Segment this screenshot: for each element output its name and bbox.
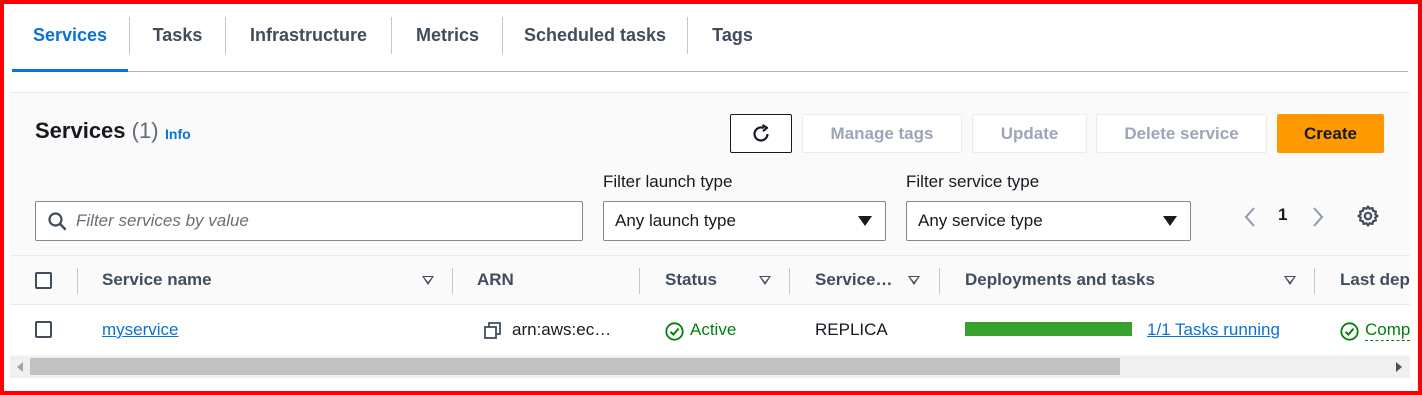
- chevron-right-icon[interactable]: [1310, 205, 1326, 229]
- caret-down-icon: [858, 216, 872, 226]
- filter-service-type-label: Filter service type: [906, 172, 1040, 191]
- tab-infrastructure[interactable]: Infrastructure: [226, 0, 391, 71]
- tab-bar: Services Tasks Infrastructure Metrics Sc…: [12, 0, 1408, 72]
- column-divider[interactable]: [639, 268, 640, 294]
- search-input[interactable]: Filter services by value: [35, 201, 583, 241]
- horizontal-scrollbar[interactable]: [10, 356, 1410, 378]
- page-number[interactable]: 1: [1278, 205, 1287, 225]
- search-icon: [48, 212, 67, 231]
- status-check-icon: [1340, 322, 1359, 341]
- table-header: Service name ARN Status Service… Deploym…: [10, 255, 1410, 305]
- column-last-deployment[interactable]: Last dep: [1340, 270, 1410, 290]
- sort-icon[interactable]: [759, 276, 771, 285]
- services-title: Services: [35, 118, 126, 143]
- column-status[interactable]: Status: [665, 270, 717, 290]
- create-button[interactable]: Create: [1277, 114, 1384, 153]
- launch-type-select[interactable]: Any launch type: [603, 201, 886, 241]
- service-type-value: Any service type: [918, 211, 1043, 230]
- filter-launch-type-label: Filter launch type: [603, 172, 733, 191]
- status-check-icon: [665, 322, 684, 341]
- tab-metrics[interactable]: Metrics: [392, 0, 503, 71]
- tab-tasks[interactable]: Tasks: [130, 0, 225, 71]
- page-title: Services (1): [35, 118, 159, 144]
- services-panel: Services (1) Info Manage tags Update Del…: [10, 92, 1410, 378]
- status-badge: Active: [690, 320, 737, 339]
- column-divider[interactable]: [789, 268, 790, 294]
- update-button[interactable]: Update: [972, 114, 1087, 153]
- deployment-progress-bar: [965, 322, 1132, 336]
- tab-tags[interactable]: Tags: [688, 0, 777, 71]
- row-checkbox[interactable]: [35, 321, 52, 338]
- gear-icon[interactable]: [1356, 204, 1380, 228]
- column-divider[interactable]: [452, 268, 453, 294]
- column-service-name[interactable]: Service name: [102, 270, 212, 290]
- sort-icon[interactable]: [1284, 276, 1296, 285]
- chevron-left-icon[interactable]: [1242, 205, 1258, 229]
- caret-down-icon: [1163, 216, 1177, 226]
- sort-icon[interactable]: [422, 276, 434, 285]
- manage-tags-button[interactable]: Manage tags: [802, 114, 962, 153]
- column-divider: [77, 268, 78, 294]
- column-divider[interactable]: [939, 268, 940, 294]
- service-name-link[interactable]: myservice: [102, 320, 179, 340]
- column-service-type[interactable]: Service…: [815, 270, 893, 290]
- refresh-icon: [753, 123, 769, 142]
- service-type-select[interactable]: Any service type: [906, 201, 1191, 241]
- launch-type-value: Any launch type: [615, 211, 736, 230]
- info-link[interactable]: Info: [165, 126, 191, 142]
- last-deployment-status[interactable]: Comp: [1365, 320, 1410, 341]
- scroll-left-icon[interactable]: [17, 362, 23, 372]
- copy-icon[interactable]: [484, 322, 501, 339]
- column-deployments-and-tasks[interactable]: Deployments and tasks: [965, 270, 1155, 290]
- services-count: (1): [131, 118, 159, 143]
- scrollbar-thumb[interactable]: [30, 358, 1120, 375]
- refresh-button[interactable]: [730, 114, 792, 153]
- scroll-right-icon[interactable]: [1396, 362, 1402, 372]
- tasks-running-link[interactable]: 1/1 Tasks running: [1147, 320, 1280, 340]
- delete-service-button[interactable]: Delete service: [1096, 114, 1267, 153]
- service-type-value: REPLICA: [815, 320, 888, 339]
- arn-value: arn:aws:ec…: [512, 320, 612, 339]
- sort-icon[interactable]: [908, 276, 920, 285]
- search-placeholder: Filter services by value: [76, 211, 249, 230]
- column-divider[interactable]: [1314, 268, 1315, 294]
- tab-scheduled-tasks[interactable]: Scheduled tasks: [503, 0, 687, 71]
- column-arn[interactable]: ARN: [477, 270, 514, 290]
- table-row: myservice arn:aws:ec… Active REPLICA 1/1…: [10, 305, 1410, 355]
- select-all-checkbox[interactable]: [35, 272, 52, 289]
- tab-services[interactable]: Services: [12, 0, 128, 72]
